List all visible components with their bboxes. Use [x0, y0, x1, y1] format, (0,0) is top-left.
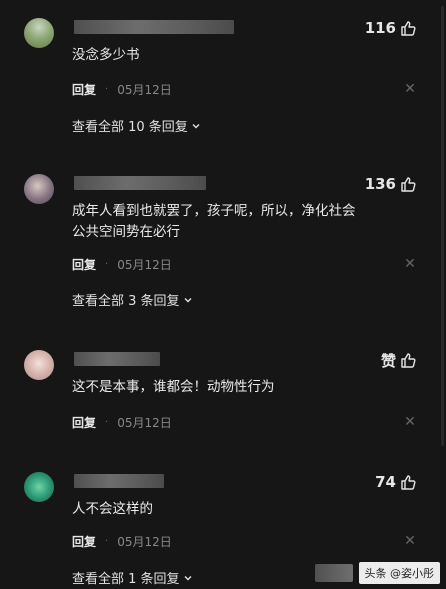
comment-text: 没念多少书: [72, 47, 140, 63]
view-all-replies-button[interactable]: 查看全部 1 条回复: [72, 568, 193, 587]
like-button[interactable]: 116: [365, 18, 416, 38]
username-blurred[interactable]: [74, 474, 164, 488]
close-icon[interactable]: ✕: [404, 257, 416, 271]
separator-dot: ·: [105, 84, 109, 95]
close-icon[interactable]: ✕: [404, 415, 416, 429]
like-count: 116: [364, 19, 396, 37]
separator-dot: ·: [105, 259, 109, 270]
comment-text: 人不会这样的: [72, 501, 153, 517]
view-all-label: 查看全部 1 条回复: [72, 572, 180, 587]
watermark: 头条 @姿小彤: [314, 561, 440, 585]
chevron-down-icon: [184, 297, 192, 302]
thumbs-up-icon: [401, 21, 416, 36]
comment-date: 05月12日: [117, 535, 172, 549]
comment-text: 这不是本事，谁都会！动物性行为: [72, 379, 275, 395]
chevron-down-icon: [192, 123, 200, 128]
close-icon[interactable]: ✕: [404, 534, 416, 548]
thumbs-up-icon: [401, 177, 416, 192]
like-button[interactable]: 74: [375, 472, 416, 492]
like-count: 136: [364, 175, 396, 193]
separator-dot: ·: [105, 417, 109, 428]
comment-meta: 回复 · 05月12日: [72, 81, 172, 98]
username-blurred[interactable]: [74, 352, 160, 366]
scrollbar[interactable]: [441, 6, 444, 446]
thumbs-up-icon: [401, 353, 416, 368]
view-all-replies-button[interactable]: 查看全部 3 条回复: [72, 290, 193, 309]
reply-button[interactable]: 回复: [72, 81, 96, 98]
comment-date: 05月12日: [117, 83, 172, 97]
reply-button[interactable]: 回复: [72, 414, 96, 431]
close-icon[interactable]: ✕: [404, 82, 416, 96]
watermark-avatar-blurred: [314, 564, 353, 582]
comment-date: 05月12日: [117, 416, 172, 430]
comment-meta: 回复 · 05月12日: [72, 533, 172, 550]
reply-button[interactable]: 回复: [72, 533, 96, 550]
thumbs-up-icon: [401, 475, 416, 490]
view-all-label: 查看全部 3 条回复: [72, 294, 180, 309]
username-blurred[interactable]: [74, 20, 234, 34]
comment-date: 05月12日: [117, 258, 172, 272]
view-all-label: 查看全部 10 条回复: [72, 120, 188, 135]
reply-button[interactable]: 回复: [72, 256, 96, 273]
view-all-replies-button[interactable]: 查看全部 10 条回复: [72, 116, 201, 135]
watermark-text: 头条 @姿小彤: [358, 562, 440, 584]
like-button[interactable]: 136: [365, 174, 416, 194]
username-blurred[interactable]: [74, 176, 206, 190]
comment-text: 成年人看到也就罢了，孩子呢，所以，净化社会公共空间势在必行: [72, 203, 356, 240]
avatar[interactable]: [24, 472, 54, 502]
comment-meta: 回复 · 05月12日: [72, 256, 172, 273]
avatar[interactable]: [24, 350, 54, 380]
like-count: 74: [375, 473, 396, 491]
like-button[interactable]: 赞: [381, 350, 416, 370]
comment-meta: 回复 · 05月12日: [72, 414, 172, 431]
separator-dot: ·: [105, 536, 109, 547]
avatar[interactable]: [24, 174, 54, 204]
chevron-down-icon: [184, 575, 192, 580]
like-count: 赞: [380, 351, 396, 370]
avatar[interactable]: [24, 18, 54, 48]
